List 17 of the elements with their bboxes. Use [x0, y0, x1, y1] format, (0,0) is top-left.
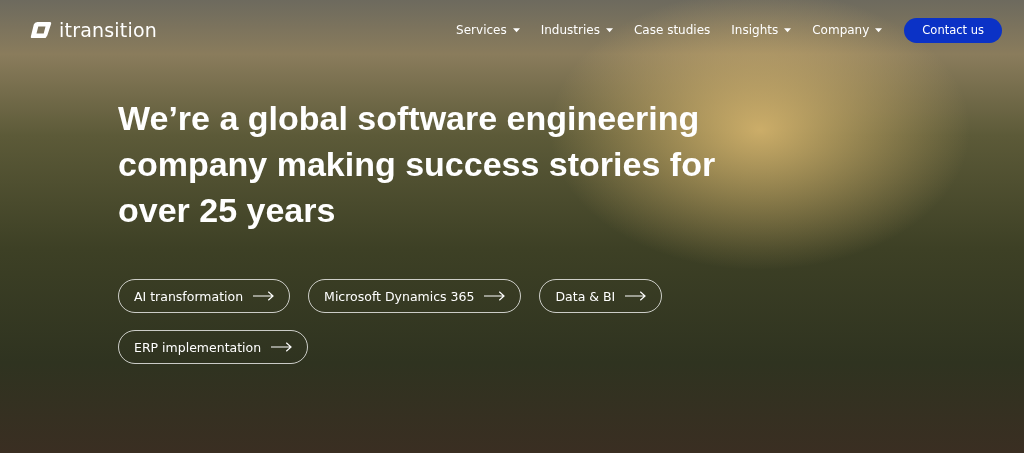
arrow-icon: [625, 291, 647, 301]
logo[interactable]: itransition: [30, 19, 157, 41]
arrow-icon: [253, 291, 275, 301]
nav-link[interactable]: Industries: [540, 23, 613, 37]
contact-button[interactable]: Contact us: [904, 17, 1002, 43]
caret-icon: [875, 27, 883, 33]
arrow-icon: [484, 291, 506, 301]
nav-link[interactable]: Company: [812, 23, 883, 37]
logo-icon: [30, 21, 52, 39]
caret-icon: [605, 27, 613, 33]
caret-icon: [512, 27, 520, 33]
nav-link[interactable]: Case studies: [633, 23, 711, 37]
nav-link[interactable]: Services: [456, 23, 520, 37]
arrow-icon: [271, 342, 293, 352]
headline: We’re a global software engineering company making success stories for over 25 years: [118, 98, 717, 231]
caret-icon: [784, 27, 792, 33]
nav-link[interactable]: Insights: [731, 23, 792, 37]
